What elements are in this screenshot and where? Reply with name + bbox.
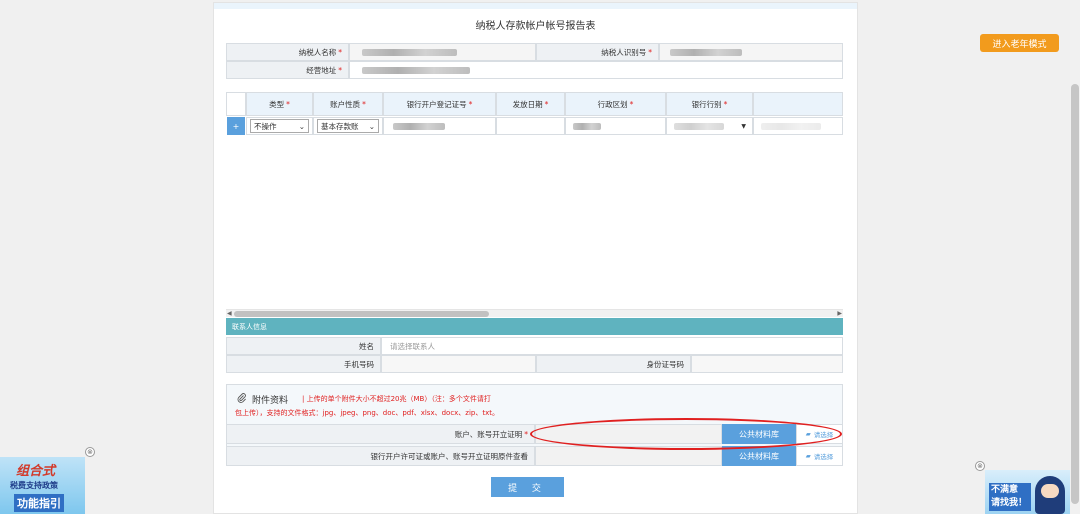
scroll-left-icon[interactable]: ◀: [227, 310, 232, 317]
redacted-text: [362, 66, 470, 74]
required-mark: *: [629, 99, 634, 109]
panel-top-bar: [214, 3, 857, 9]
redacted-text: [674, 122, 724, 130]
bank-reg-input[interactable]: [383, 117, 496, 135]
contact-name-label: 姓名: [226, 337, 381, 355]
submit-button[interactable]: 提 交: [491, 477, 564, 497]
phone-label: 手机号码: [226, 355, 381, 373]
header-text: 行政区划: [597, 99, 628, 109]
bank-select[interactable]: ▼: [666, 117, 753, 135]
address-label-text: 经营地址: [306, 65, 337, 75]
address-label: 经营地址 *: [226, 61, 349, 79]
attachments-title: 附件资料: [237, 393, 288, 406]
page-vertical-scrollbar[interactable]: [1070, 0, 1080, 514]
taxpayer-name-label: 纳税人名称 *: [226, 43, 349, 61]
region-input[interactable]: [565, 117, 666, 135]
proof-row-label: 账户、账号开立证明 *: [226, 424, 535, 444]
contact-section-header: 联系人信息: [226, 318, 843, 335]
id-number-value: [691, 355, 843, 373]
close-left-ad-icon[interactable]: ⊗: [85, 447, 95, 457]
ad-right-text: 不满意请找我！: [989, 483, 1031, 511]
chevron-down-icon: ⌄: [298, 121, 305, 131]
feedback-ad[interactable]: 不满意请找我！: [985, 470, 1070, 514]
nature-cell: 基本存款账 ⌄: [313, 117, 383, 135]
taxpayer-id-value: [659, 43, 843, 61]
grid-header-bank: 银行行别 *: [666, 92, 753, 116]
attachments-note-line2: 包上传），支持的文件格式：jpg、jpeg、png、doc、pdf、xlsx、d…: [235, 409, 500, 417]
taxpayer-name-label-text: 纳税人名称: [298, 47, 337, 57]
red-annotation-ellipse: [530, 418, 842, 450]
paperclip-icon: [237, 393, 247, 406]
taxpayer-id-label-text: 纳税人识别号: [601, 47, 647, 57]
header-text: 银行行别: [691, 99, 722, 109]
choose-file-button-2[interactable]: ▰ 请选择: [796, 446, 843, 466]
required-mark: *: [338, 65, 342, 75]
phone-value: [381, 355, 536, 373]
scroll-thumb[interactable]: [234, 311, 489, 317]
grid-header-region: 行政区划 *: [565, 92, 666, 116]
triangle-down-icon: ▼: [741, 122, 746, 130]
ad-right-line2: 请找我！: [991, 498, 1028, 508]
address-value: [349, 61, 843, 79]
page-title: 纳税人存款帐户帐号报告表: [475, 21, 596, 32]
required-mark: *: [468, 99, 473, 109]
redacted-text: [393, 122, 445, 130]
redacted-text: [670, 48, 742, 56]
taxpayer-id-label: 纳税人识别号 *: [536, 43, 659, 61]
close-right-ad-icon[interactable]: ⊗: [975, 461, 985, 471]
grid-header-nature: 账户性质 *: [313, 92, 383, 116]
required-mark: *: [723, 99, 728, 109]
grid-header-bank-reg: 银行开户登记证号 *: [383, 92, 496, 116]
header-text: 银行开户登记证号: [406, 99, 467, 109]
choose-text: 请选择: [813, 453, 834, 461]
header-text: 类型: [269, 99, 285, 109]
redacted-text: [362, 48, 457, 56]
ad-right-line1: 不满意: [991, 485, 1019, 495]
elder-mode-button[interactable]: 进入老年模式: [980, 34, 1059, 52]
ad-left-line2: 税费支持政策: [10, 481, 58, 490]
scroll-right-icon[interactable]: ▶: [837, 310, 842, 317]
required-mark: *: [648, 47, 652, 57]
type-select-value: 不操作: [254, 121, 277, 131]
grid-header-date: 发放日期 *: [496, 92, 565, 116]
folder-open-icon: ▰: [805, 452, 811, 460]
nature-select[interactable]: 基本存款账 ⌄: [317, 119, 379, 133]
grid-corner: [226, 92, 246, 116]
policy-guide-ad[interactable]: 组合式 税费支持政策 功能指引: [0, 457, 85, 514]
type-cell: 不操作 ⌄: [246, 117, 313, 135]
add-row-button[interactable]: +: [227, 117, 245, 135]
chevron-down-icon: ⌄: [368, 121, 375, 131]
contact-name-input[interactable]: 请选择联系人: [381, 337, 843, 355]
required-mark: *: [524, 429, 528, 439]
required-mark: *: [544, 99, 549, 109]
id-number-label: 身份证号码: [536, 355, 691, 373]
grid-header-type: 类型 *: [246, 92, 313, 116]
mascot-face-icon: [1041, 484, 1059, 498]
header-text: 账户性质: [330, 99, 361, 109]
redacted-text: [573, 122, 601, 130]
extra-cell[interactable]: [753, 117, 843, 135]
ad-left-line1: 组合式: [16, 464, 56, 479]
header-text: 发放日期: [512, 99, 543, 109]
proof-row-label-text: 账户、账号开立证明: [454, 429, 523, 439]
ad-left-line3: 功能指引: [14, 494, 64, 512]
taxpayer-name-value: [349, 43, 536, 61]
grid-header-extra: [753, 92, 843, 116]
type-select[interactable]: 不操作 ⌄: [250, 119, 309, 133]
redacted-text: [761, 122, 821, 130]
required-mark: *: [338, 47, 342, 57]
attachments-note-line1: | 上传的单个附件大小不超过20兆（MB）（注：多个文件请打: [302, 395, 491, 403]
required-mark: *: [362, 99, 366, 109]
date-input[interactable]: [496, 117, 565, 135]
page-scroll-thumb[interactable]: [1071, 84, 1079, 504]
license-row-label: 银行开户许可证或账户、账号开立证明原件查看: [226, 446, 535, 466]
attachments-title-text: 附件资料: [252, 396, 289, 406]
grid-horizontal-scrollbar[interactable]: ◀ ▶: [226, 309, 843, 317]
required-mark: *: [286, 99, 290, 109]
nature-select-value: 基本存款账: [321, 121, 359, 131]
